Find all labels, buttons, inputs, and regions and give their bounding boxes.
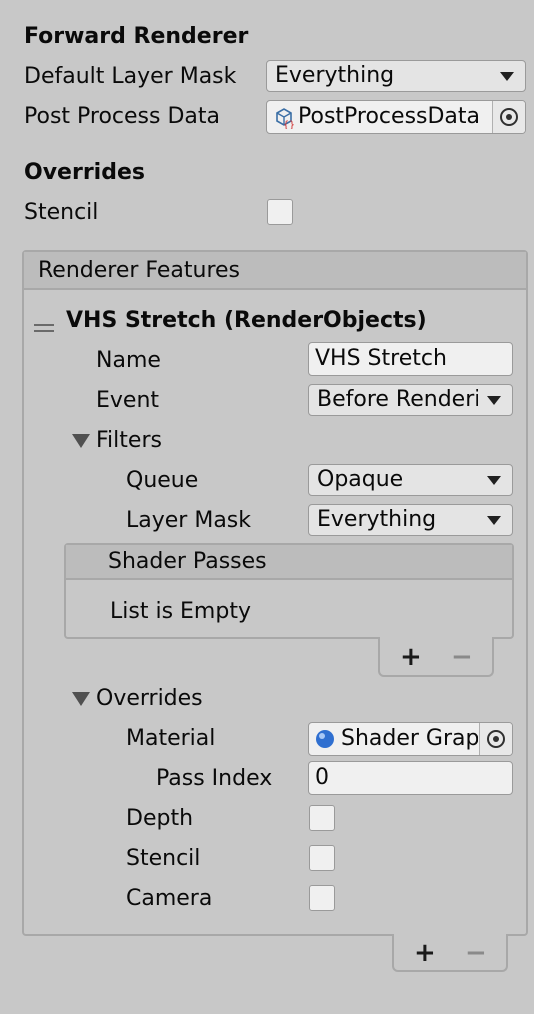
remove-shader-pass-button[interactable]: − [451,644,473,670]
layer-mask-label: Layer Mask [126,508,251,533]
override-stencil-checkbox[interactable] [309,845,335,871]
chevron-down-icon [487,516,501,525]
overrides-title: Overrides [24,160,145,185]
object-picker-button[interactable] [492,101,525,133]
event-label: Event [96,388,160,413]
chevron-down-icon [487,396,501,405]
material-label: Material [126,726,216,751]
layer-mask-dropdown[interactable]: Everything [308,504,513,536]
feature-name-input[interactable]: VHS Stretch [308,342,513,376]
drag-handle-icon[interactable] [34,315,54,340]
stencil-checkbox[interactable] [267,199,293,225]
default-layer-mask-label: Default Layer Mask [24,64,237,89]
overrides-foldout-icon[interactable] [72,692,90,706]
event-value: Before Renderi [317,387,478,412]
chevron-down-icon [500,72,514,81]
queue-value: Opaque [317,467,404,492]
pass-index-value: 0 [315,765,329,790]
camera-label: Camera [126,886,213,911]
depth-label: Depth [126,806,194,831]
post-process-data-field[interactable]: {} PostProcessData [266,100,526,134]
list-empty-text: List is Empty [110,599,251,624]
shader-passes-header-label: Shader Passes [108,549,267,574]
layer-mask-value: Everything [317,507,437,532]
renderer-features-footer [392,934,508,972]
material-field[interactable]: Shader Grap [308,722,513,756]
feature-name-label: Name [96,348,161,373]
default-layer-mask-dropdown[interactable]: Everything [266,60,526,92]
target-icon [487,730,505,748]
camera-checkbox[interactable] [309,885,335,911]
remove-renderer-feature-button[interactable]: − [465,940,487,966]
post-process-data-label: Post Process Data [24,104,221,129]
shader-passes-footer [378,637,494,677]
override-stencil-label: Stencil [126,846,201,871]
pass-index-input[interactable]: 0 [308,761,513,795]
renderer-features-header: Renderer Features [24,252,526,290]
depth-checkbox[interactable] [309,805,335,831]
stencil-label: Stencil [24,200,99,225]
material-value: Shader Grap [341,726,478,751]
post-process-data-value: PostProcessData [298,104,481,129]
event-dropdown[interactable]: Before Renderi [308,384,513,416]
forward-renderer-title: Forward Renderer [24,24,249,49]
svg-text:{}: {} [283,120,294,129]
object-picker-button[interactable] [479,723,512,755]
target-icon [500,108,518,126]
queue-dropdown[interactable]: Opaque [308,464,513,496]
add-renderer-feature-button[interactable]: + [414,940,436,966]
filters-label[interactable]: Filters [96,427,162,455]
renderer-features-header-label: Renderer Features [38,258,241,283]
feature-name-value: VHS Stretch [315,346,447,371]
feature-title: VHS Stretch (RenderObjects) [66,308,427,333]
material-sphere-icon [315,729,335,755]
add-shader-pass-button[interactable]: + [400,644,422,670]
default-layer-mask-value: Everything [275,63,395,88]
queue-label: Queue [126,468,199,493]
pass-index-label: Pass Index [156,766,273,791]
script-asset-icon: {} [274,107,295,133]
shader-passes-header: Shader Passes [66,545,512,580]
feature-overrides-label[interactable]: Overrides [96,685,203,713]
chevron-down-icon [487,476,501,485]
filters-foldout-icon[interactable] [72,434,90,448]
